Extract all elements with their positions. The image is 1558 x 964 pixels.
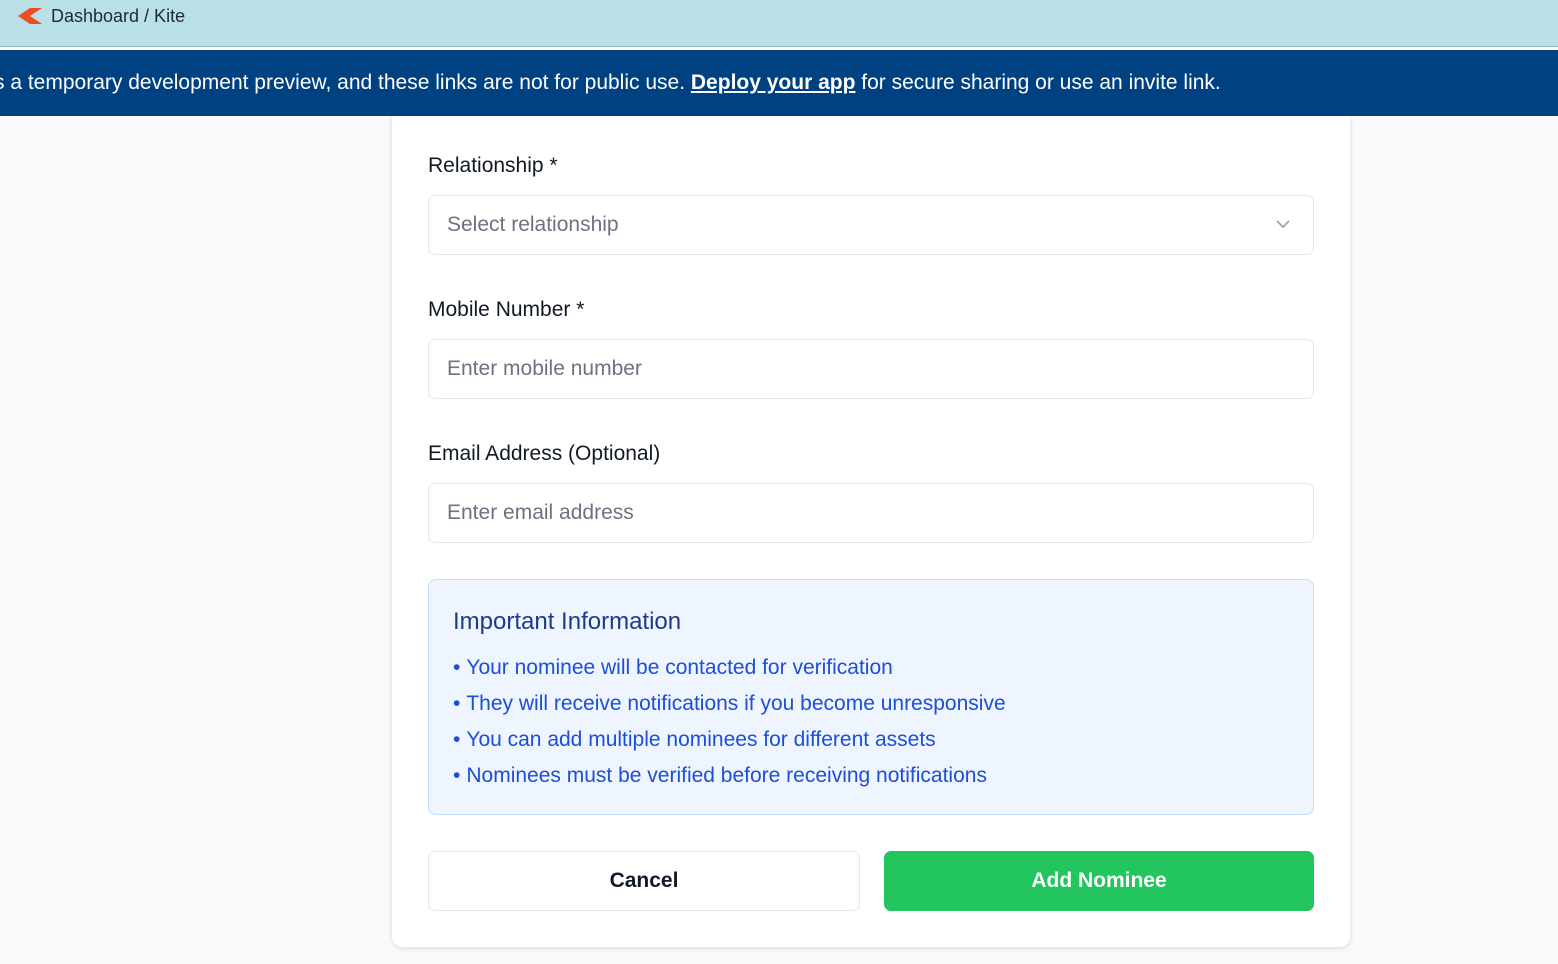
email-field-box: [428, 483, 1314, 543]
list-item: • Nominees must be verified before receiv…: [453, 764, 987, 787]
relationship-select[interactable]: Select relationship: [428, 195, 1314, 255]
email-address-label: Email Address (Optional): [428, 442, 661, 465]
kite-logo-icon: [18, 8, 42, 24]
email-input[interactable]: [429, 484, 1267, 542]
bullet-icon: •: [453, 728, 461, 751]
bullet-icon: •: [453, 692, 461, 715]
banner-text-end: for secure sharing or use an invite link…: [855, 71, 1221, 94]
breadcrumb: Dashboard / Kite: [51, 6, 186, 26]
mobile-number-field-box: [428, 339, 1314, 399]
bullet-icon: •: [453, 764, 461, 787]
list-item: • They will receive notifications if you …: [453, 692, 1006, 715]
info-list: • Your nominee will be contacted for veri…: [453, 655, 1006, 799]
banner-text: s a temporary development preview, and t…: [0, 71, 691, 94]
list-item: • You can add multiple nominees for diffe…: [453, 728, 936, 751]
mobile-number-label: Mobile Number *: [428, 298, 585, 321]
cancel-button[interactable]: Cancel: [428, 851, 860, 911]
important-info-panel: Important Information • Your nominee will…: [428, 579, 1314, 815]
chevron-down-icon: [1276, 220, 1290, 229]
add-nominee-form: Relationship * Select relationship Mobil…: [392, 116, 1350, 947]
deploy-app-link[interactable]: Deploy your app: [691, 71, 856, 94]
relationship-label: Relationship *: [428, 154, 558, 177]
preview-banner: s a temporary development preview, and t…: [0, 50, 1558, 116]
mobile-number-input[interactable]: [429, 340, 1267, 398]
window-titlebar: Dashboard / Kite: [0, 0, 1558, 47]
bullet-icon: •: [453, 656, 461, 679]
add-nominee-button[interactable]: Add Nominee: [884, 851, 1314, 911]
list-item: • Your nominee will be contacted for veri…: [453, 656, 893, 679]
relationship-select-value: Select relationship: [447, 213, 619, 236]
info-title: Important Information: [453, 608, 682, 635]
